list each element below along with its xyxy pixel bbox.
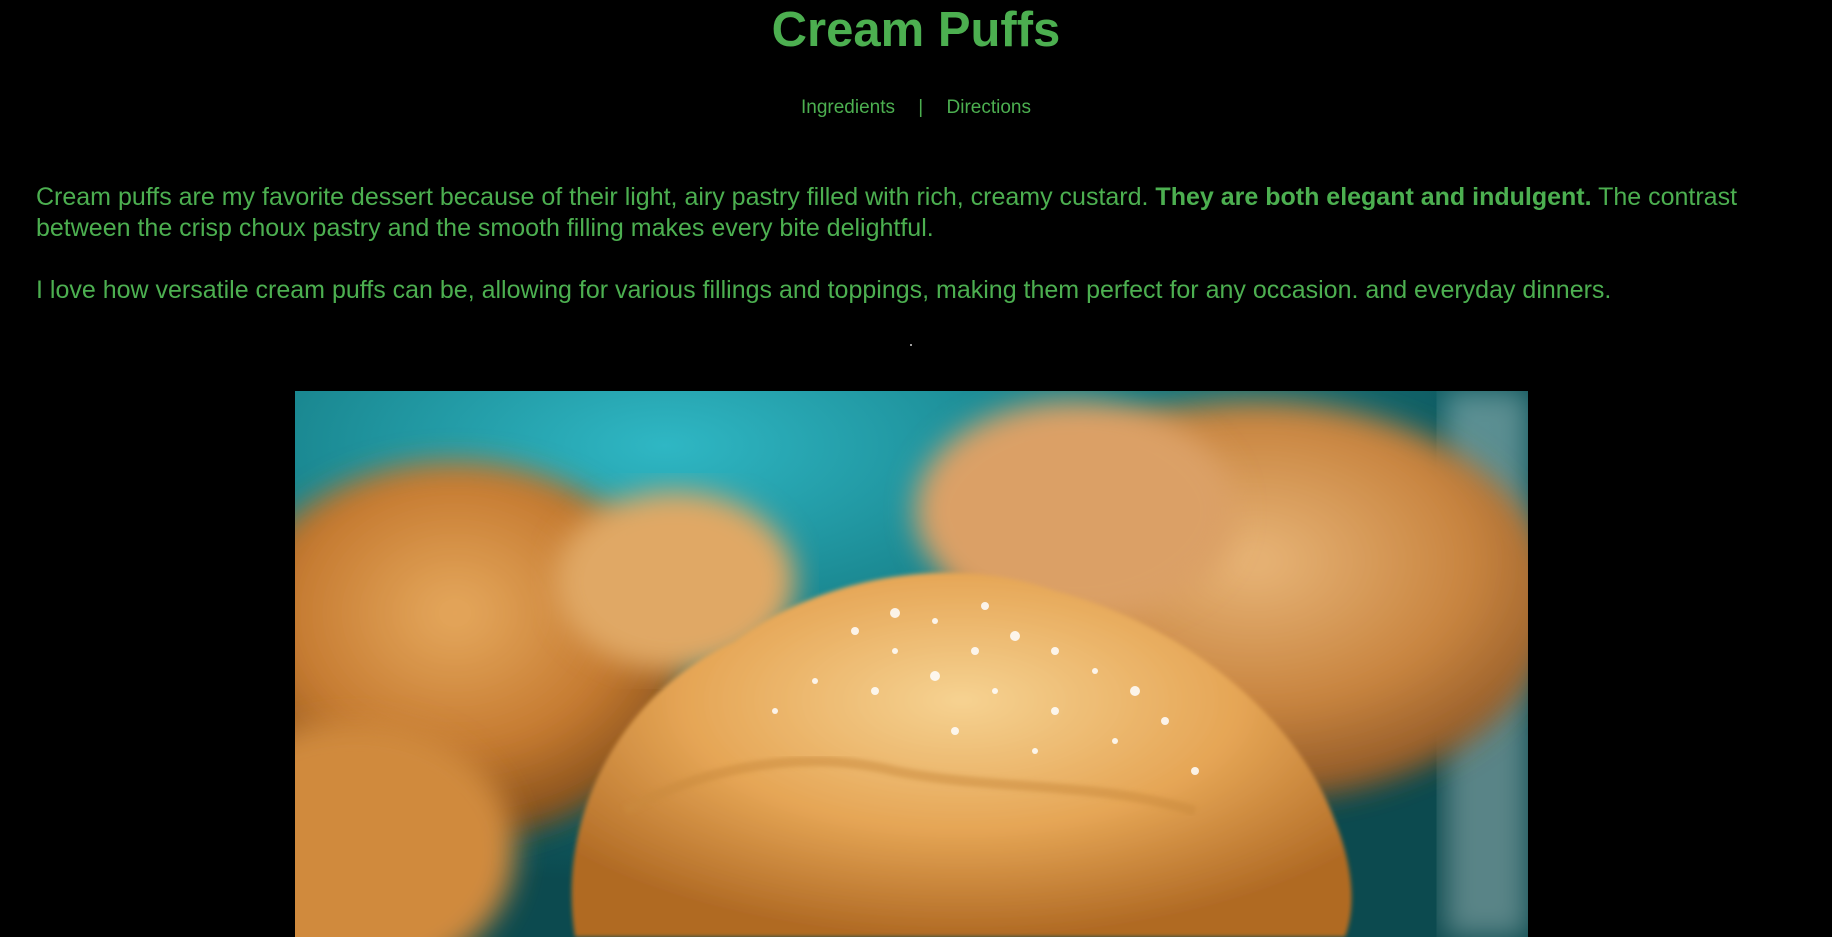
page-title: Cream Puffs <box>771 3 1061 57</box>
ingredients-link[interactable]: Ingredients <box>801 97 895 118</box>
intro-text-start: Cream puffs are my favorite dessert beca… <box>36 183 1156 211</box>
intro-emphasis: They are both elegant and indulgent. <box>1155 183 1592 211</box>
small-dot <box>910 344 912 346</box>
nav-separator: | <box>918 97 924 118</box>
directions-link[interactable]: Directions <box>947 97 1031 118</box>
recipe-nav: Ingredients | Directions <box>0 95 1832 121</box>
versatility-paragraph: I love how versatile cream puffs can be,… <box>36 276 1612 304</box>
intro-paragraph: Cream puffs are my favorite dessert beca… <box>36 182 1776 244</box>
cream-puffs-photo <box>295 391 1528 937</box>
